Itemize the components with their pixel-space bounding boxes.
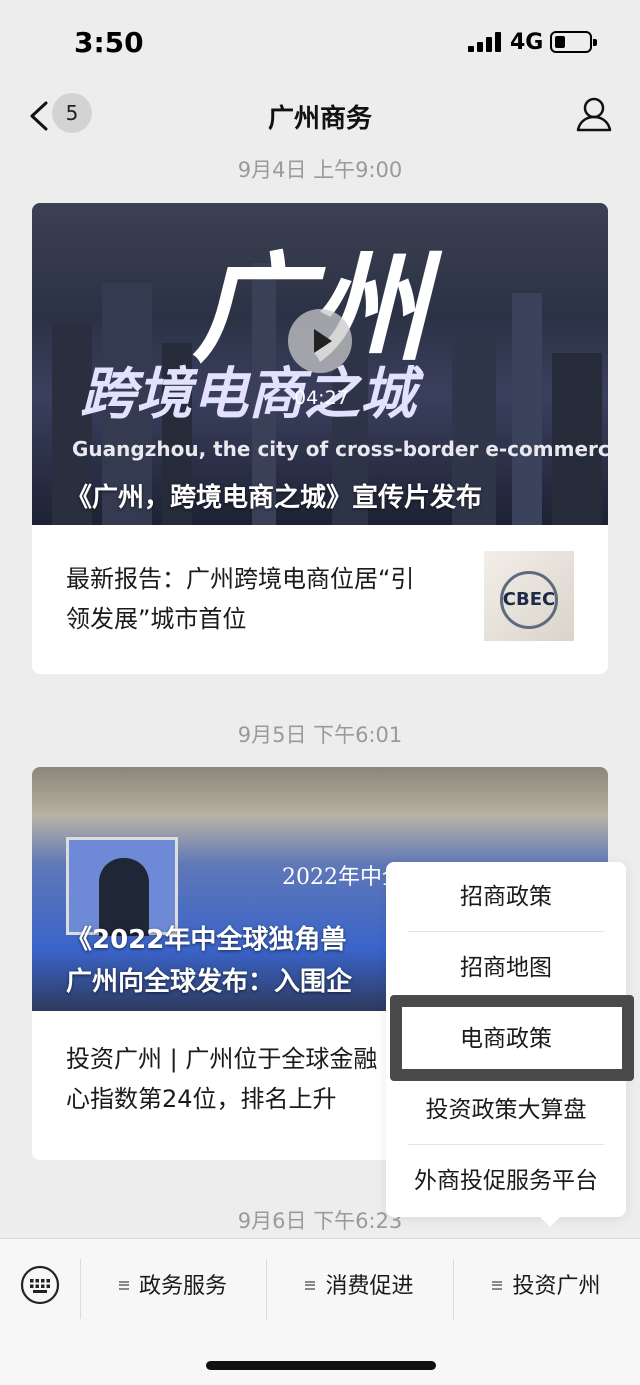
menu-item-investment-map[interactable]: 招商地图 [386,933,626,1003]
keyboard-icon[interactable] [20,1265,60,1305]
status-bar: 3:50 4G [0,0,640,86]
article-hero-video[interactable]: 广州 跨境电商之城 04:27 Guangzhou, the city of c… [32,203,608,525]
article-timestamp: 9月5日 下午6:01 [237,723,403,747]
menu-lines-icon [305,1280,316,1290]
video-duration: 04:27 [294,387,349,409]
article-thumbnail[interactable]: CBEC [484,551,574,641]
tab-consumption-promotion[interactable]: 消费促进 [266,1257,453,1317]
menu-divider [408,931,604,932]
menu-lines-icon [118,1280,129,1290]
article-hero-title: 《广州，跨境电商之城》宣传片发布 [66,483,483,513]
menu-item-policy-calculator[interactable]: 投资政策大算盘 [386,1075,626,1145]
thumbnail-label: CBEC [502,589,556,610]
menu-item-investment-policy[interactable]: 招商政策 [386,862,626,932]
menu-lines-icon [492,1280,503,1290]
article-sub-item[interactable]: 投资广州 | 广州位于全球金融 心指数第24位，排名上升 [66,1039,396,1119]
article-card[interactable]: 广州 跨境电商之城 04:27 Guangzhou, the city of c… [32,203,608,674]
sub-item-line: 心指数第24位，排名上升 [66,1085,337,1113]
tab-government-services[interactable]: 政务服务 [80,1257,266,1317]
battery-icon [550,31,597,53]
status-time: 3:50 [74,26,144,59]
sub-item-line: 最新报告：广州跨境电商位居“引 [66,565,415,593]
tab-invest-guangzhou[interactable]: 投资广州 [453,1257,640,1317]
menu-item-foreign-investment-platform[interactable]: 外商投促服务平台 [386,1146,626,1216]
network-label: 4G [510,30,544,55]
article-sub-item[interactable]: 最新报告：广州跨境电商位居“引 领发展”城市首位 [66,559,466,639]
tab-label: 政务服务 [138,1274,227,1299]
sub-item-line: 投资广州 | 广州位于全球金融 [66,1045,378,1073]
article-hero-title: 广州向全球发布：入围企 [66,967,353,997]
tab-label: 消费促进 [325,1274,414,1299]
page-title: 广州商务 [267,104,372,134]
hero-city-line: 跨境电商之城 [80,361,416,427]
person-icon[interactable] [574,94,614,134]
home-indicator [206,1361,436,1370]
article-hero-title: 《2022年中全球独角兽 [66,925,347,955]
article-timestamp: 9月4日 上午9:00 [237,158,403,182]
tab-label: 投资广州 [512,1274,601,1299]
hero-english-caption: Guangzhou, the city of cross-border e-co… [72,437,608,461]
sub-item-line: 领发展”城市首位 [66,605,247,633]
highlight-frame [390,995,634,1081]
signal-icon [468,32,502,52]
play-icon[interactable] [288,309,352,373]
menu-divider [408,1144,604,1145]
